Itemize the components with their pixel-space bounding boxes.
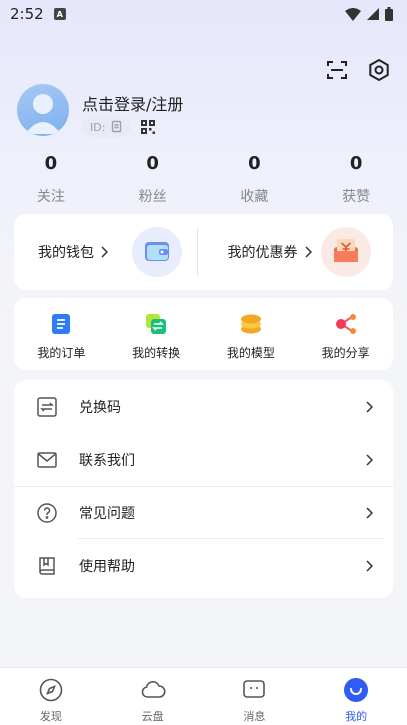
wallet-icon bbox=[131, 227, 182, 277]
menu-item-help[interactable]: 使用帮助 bbox=[14, 539, 393, 592]
my-conversions-button[interactable]: 我的转换 bbox=[109, 298, 204, 370]
question-icon bbox=[37, 503, 57, 523]
qrcode-icon[interactable] bbox=[141, 120, 156, 134]
menu-item-redeem-code[interactable]: 兑换码 bbox=[14, 380, 393, 433]
stat-label: 收藏 bbox=[240, 189, 269, 205]
menu-label: 使用帮助 bbox=[79, 558, 135, 575]
stat-value: 0 bbox=[349, 153, 363, 174]
menu-label: 常见问题 bbox=[79, 506, 135, 522]
menu-item-faq[interactable]: 常见问题 bbox=[14, 486, 393, 539]
stat-value: 0 bbox=[146, 153, 159, 174]
login-register-link[interactable]: 点击登录/注册 bbox=[82, 91, 183, 115]
convert-icon bbox=[146, 314, 167, 334]
my-orders-button[interactable]: 我的订单 bbox=[14, 298, 109, 370]
scan-icon[interactable] bbox=[325, 58, 349, 82]
copy-icon[interactable] bbox=[109, 120, 123, 134]
mail-icon bbox=[37, 451, 57, 468]
avatar[interactable] bbox=[17, 84, 69, 136]
status-time: 2:52 bbox=[10, 5, 44, 23]
header-actions bbox=[325, 58, 391, 82]
stat-favorites[interactable]: 0 收藏 bbox=[204, 150, 306, 206]
stat-likes[interactable]: 0 获赞 bbox=[305, 150, 407, 206]
status-bar: 2:52 A bbox=[0, 0, 407, 28]
tab-label: 发现 bbox=[39, 710, 62, 723]
wallet-entry[interactable]: 我的钱包 bbox=[14, 214, 204, 290]
menu-label: 兑换码 bbox=[79, 399, 121, 416]
stat-value: 0 bbox=[44, 153, 58, 174]
cloud-icon bbox=[141, 680, 166, 698]
tab-messages[interactable]: 消息 bbox=[204, 668, 306, 725]
tab-label: 云盘 bbox=[141, 710, 164, 723]
stat-following[interactable]: 0 关注 bbox=[0, 150, 102, 206]
compass-icon bbox=[39, 678, 63, 702]
status-indicators bbox=[345, 7, 393, 21]
tab-cloud-drive[interactable]: 云盘 bbox=[102, 668, 204, 725]
tab-label: 消息 bbox=[243, 710, 266, 723]
tab-profile[interactable]: 我的 bbox=[305, 668, 407, 725]
order-label: 我的转换 bbox=[132, 346, 181, 360]
tab-label: 我的 bbox=[345, 710, 368, 723]
coupon-entry[interactable]: 我的优惠券 bbox=[204, 214, 394, 290]
chevron-right-icon bbox=[304, 246, 312, 258]
order-label: 我的模型 bbox=[226, 346, 275, 360]
order-label: 我的订单 bbox=[37, 346, 86, 360]
chevron-right-icon bbox=[101, 246, 108, 258]
bottom-tab-bar: 发现 云盘 消息 我的 bbox=[0, 667, 407, 725]
order-icon bbox=[52, 314, 71, 334]
wallet-label: 我的钱包 bbox=[38, 245, 94, 261]
divider bbox=[197, 228, 198, 276]
tab-discover[interactable]: 发现 bbox=[0, 668, 102, 725]
stat-label: 获赞 bbox=[342, 189, 371, 205]
message-icon bbox=[243, 680, 266, 698]
chevron-right-icon bbox=[366, 559, 373, 572]
stat-value: 0 bbox=[248, 153, 261, 174]
my-models-button[interactable]: 我的模型 bbox=[204, 298, 299, 370]
chevron-right-icon bbox=[366, 400, 373, 413]
stat-label: 粉丝 bbox=[138, 189, 167, 205]
stat-label: 关注 bbox=[36, 189, 65, 205]
id-row: ID: bbox=[82, 117, 156, 137]
battery-icon bbox=[385, 7, 393, 21]
id-label: ID: bbox=[90, 120, 106, 134]
menu-list: 兑换码 联系我们 常见问题 使用帮助 bbox=[14, 380, 393, 598]
signal-icon bbox=[367, 8, 379, 20]
stat-fans[interactable]: 0 粉丝 bbox=[102, 150, 204, 206]
chevron-right-icon bbox=[366, 453, 373, 466]
id-chip: ID: bbox=[82, 117, 132, 137]
coupon-icon bbox=[321, 227, 371, 277]
settings-icon[interactable] bbox=[367, 58, 391, 82]
coupon-label: 我的优惠券 bbox=[227, 245, 298, 261]
stats-row: 0 关注 0 粉丝 0 收藏 0 获赞 bbox=[0, 150, 407, 206]
notification-icon: A bbox=[53, 8, 66, 20]
my-shares-button[interactable]: 我的分享 bbox=[298, 298, 393, 370]
order-label: 我的分享 bbox=[321, 346, 370, 360]
model-icon bbox=[240, 314, 261, 334]
book-icon bbox=[39, 556, 55, 575]
quick-actions-card: 我的订单 我的转换 我的模型 我的分享 bbox=[14, 298, 393, 370]
wifi-icon bbox=[345, 7, 361, 21]
wallet-card: 我的钱包 我的优惠券 bbox=[14, 214, 393, 290]
menu-label: 联系我们 bbox=[79, 452, 135, 469]
share-icon bbox=[335, 314, 356, 334]
redeem-icon bbox=[37, 396, 57, 417]
profile-icon bbox=[344, 678, 369, 702]
chevron-right-icon bbox=[366, 507, 373, 519]
menu-item-contact-us[interactable]: 联系我们 bbox=[14, 433, 393, 486]
